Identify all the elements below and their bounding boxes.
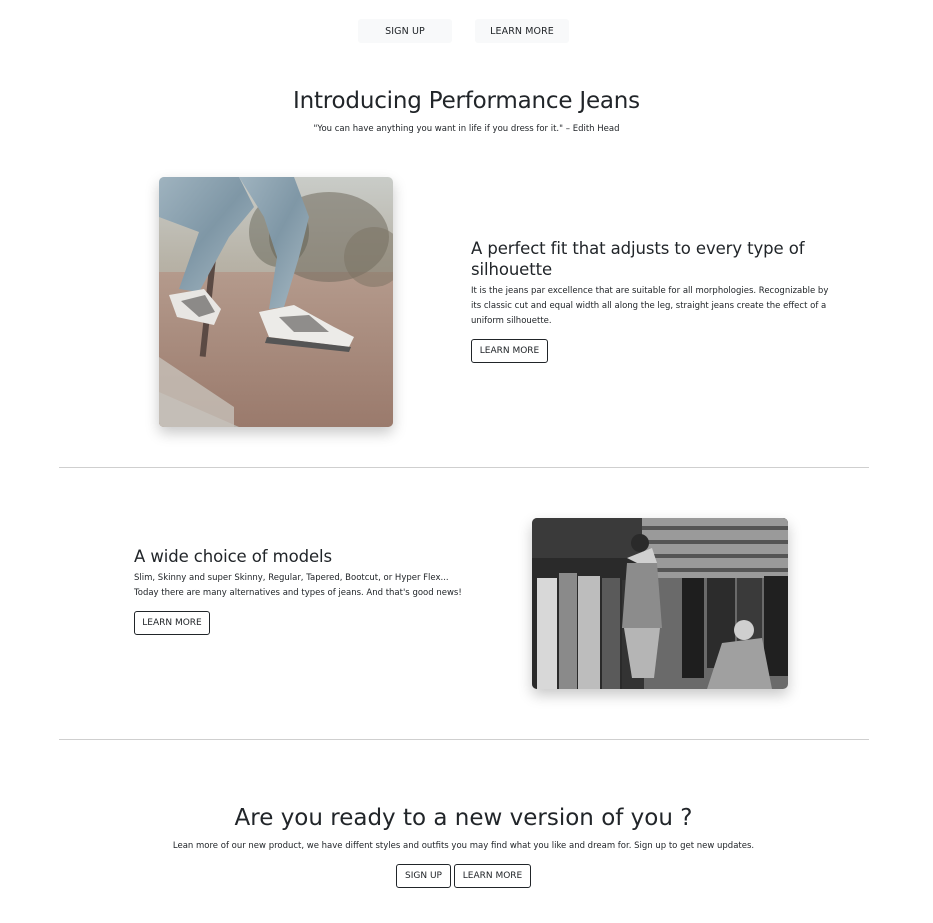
feature-1-title: A perfect fit that adjusts to every type… [471,239,805,279]
feature-2-text: Slim, Skinny and super Skinny, Regular, … [134,571,494,601]
feature-1-text: It is the jeans par excellence that are … [471,286,829,326]
cta-text: Lean more of our new product, we have di… [172,841,755,851]
jeans-sneakers-photo [159,177,393,427]
feature-2-title: A wide choice of models [134,547,332,566]
cta-learn-more-button[interactable]: LEARN MORE [454,864,531,888]
section-divider [59,739,869,740]
nav-learn-more-button[interactable]: LEARN MORE [475,19,569,43]
feature-2-text-line1: Slim, Skinny and super Skinny, Regular, … [134,573,449,583]
clothing-store-photo [532,518,788,689]
nav-signup-button[interactable]: SIGN UP [358,19,452,43]
section-divider [59,467,869,468]
cta-signup-button[interactable]: SIGN UP [396,864,451,888]
feature-1-learn-more-button[interactable]: LEARN MORE [471,339,548,363]
feature-2-learn-more-button[interactable]: LEARN MORE [134,611,210,635]
cta-title: Are you ready to a new version of you ? [234,805,693,831]
hero-quote: "You can have anything you want in life … [313,124,620,134]
feature-2-text-line2: Today there are many alternatives and ty… [134,588,462,598]
hero-title: Introducing Performance Jeans [293,88,640,114]
top-nav: SIGN UP LEARN MORE [0,19,933,43]
